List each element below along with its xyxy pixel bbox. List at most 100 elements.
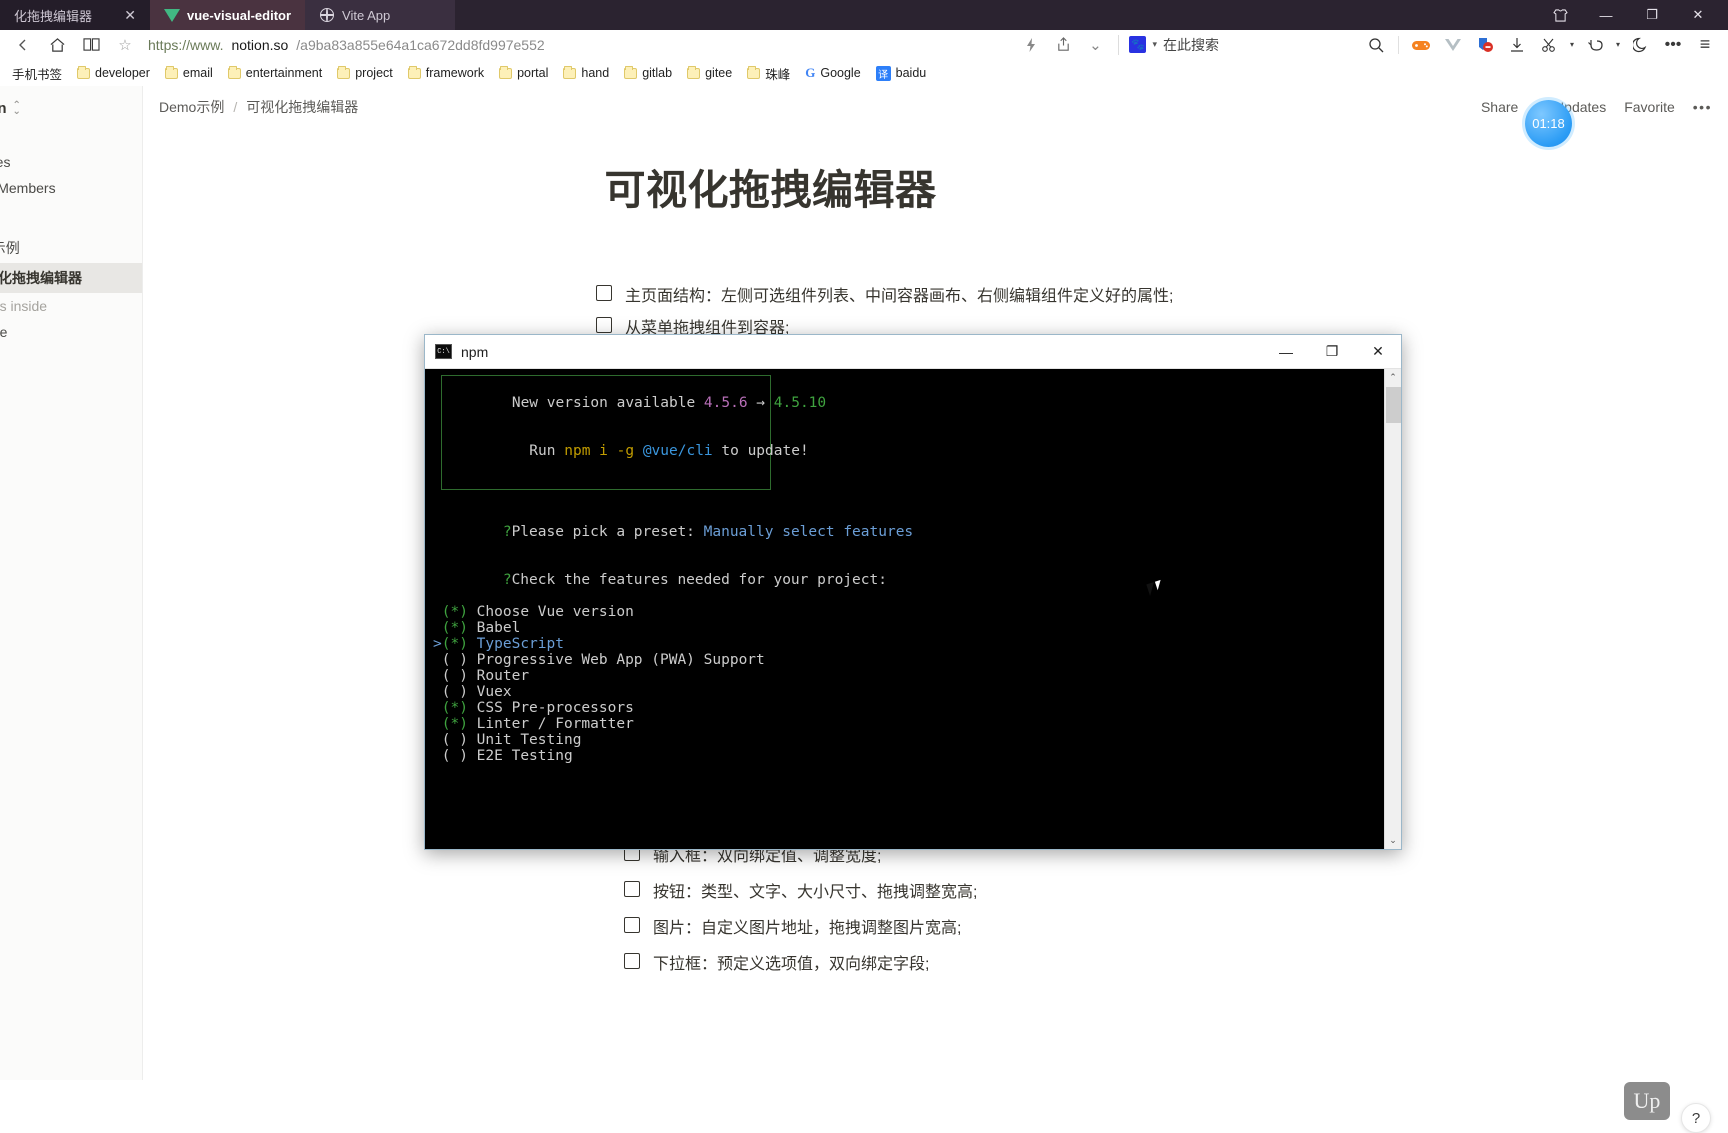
todo-item[interactable]: 主页面结构：左侧可选组件列表、中间容器画布、右侧编辑组件定义好的属性;	[596, 282, 1728, 314]
tab-title: 化拖拽编辑器	[14, 6, 92, 25]
scroll-up-arrow-icon[interactable]: ⌃	[1385, 369, 1402, 386]
more-options-icon[interactable]: •••	[1658, 32, 1688, 58]
home-icon[interactable]	[42, 32, 72, 58]
feature-option-6[interactable]: (*) CSS Pre-processors	[433, 700, 1401, 716]
sidebar-item-4[interactable]: 视化拖拽编辑器	[0, 263, 142, 293]
workspace-switcher[interactable]: ion ⌃⌄	[0, 94, 142, 123]
cursor-gutter	[433, 732, 442, 748]
sidebar-item-1[interactable]: ates	[0, 149, 142, 175]
todo-item[interactable]: 下拉框：预定义选项值，双向绑定字段;	[624, 950, 1728, 982]
scroll-down-arrow-icon[interactable]: ⌄	[1385, 832, 1402, 849]
todo-item[interactable]: 图片：自定义图片地址，拖拽调整图片宽高;	[624, 914, 1728, 946]
page-more-icon[interactable]: •••	[1693, 99, 1712, 115]
todo-item[interactable]: 按钮：类型、文字、大小尺寸、拖拽调整宽高;	[624, 878, 1728, 910]
maximize-button[interactable]: ❐	[1630, 0, 1674, 30]
terminal-scrollbar[interactable]: ⌃ ⌄	[1384, 369, 1401, 849]
feature-option-9[interactable]: ( ) E2E Testing	[433, 748, 1401, 764]
feature-label: Unit Testing	[468, 732, 582, 748]
bookmark-item[interactable]: framework	[402, 64, 490, 82]
terminal-close-button[interactable]: ✕	[1355, 335, 1401, 369]
feature-option-7[interactable]: (*) Linter / Formatter	[433, 716, 1401, 732]
checkbox[interactable]	[596, 285, 612, 301]
game-controller-icon[interactable]	[1406, 32, 1436, 58]
feature-option-3[interactable]: ( ) Progressive Web App (PWA) Support	[433, 652, 1401, 668]
shield-extension-icon[interactable]	[1470, 32, 1500, 58]
feature-option-0[interactable]: (*) Choose Vue version	[433, 604, 1401, 620]
feature-option-5[interactable]: ( ) Vuex	[433, 684, 1401, 700]
checkbox[interactable]	[624, 881, 640, 897]
sidebar-item-0[interactable]: nd	[0, 123, 142, 149]
feature-option-4[interactable]: ( ) Router	[433, 668, 1401, 684]
help-button[interactable]: ?	[1681, 1103, 1711, 1133]
bookmark-item[interactable]: entertainment	[222, 64, 328, 82]
hamburger-menu-icon[interactable]: ≡	[1690, 32, 1720, 58]
sidebar-item-label: age	[0, 324, 7, 340]
close-icon[interactable]: ✕	[124, 8, 136, 22]
back-icon[interactable]	[8, 32, 38, 58]
vue-extension-icon[interactable]	[1438, 32, 1468, 58]
dark-mode-moon-icon[interactable]	[1626, 32, 1656, 58]
browser-tab-0[interactable]: 化拖拽编辑器 ✕	[0, 0, 150, 30]
close-button[interactable]: ✕	[1676, 0, 1720, 30]
breadcrumb-current[interactable]: 可视化拖拽编辑器	[246, 97, 358, 117]
checkbox[interactable]	[624, 953, 640, 969]
bookmarks-bar: 手机书签 developer email entertainment proje…	[0, 60, 1728, 86]
bookmark-item[interactable]: project	[331, 64, 399, 82]
scissors-icon[interactable]	[1534, 32, 1564, 58]
bookmark-item[interactable]: gitlab	[618, 64, 678, 82]
share-button[interactable]: Share	[1481, 99, 1518, 115]
address-bar[interactable]: https://www.notion.so/a9ba83a855e64a1ca6…	[144, 32, 1012, 58]
bookmark-item[interactable]: 手机书签	[6, 62, 68, 85]
terminal-maximize-button[interactable]: ❐	[1309, 335, 1355, 369]
bookmark-item[interactable]: 珠峰	[741, 62, 796, 85]
feature-option-2[interactable]: >(*) TypeScript	[433, 636, 1401, 652]
search-icon[interactable]	[1361, 32, 1391, 58]
notice-new-version: 4.5.10	[774, 395, 826, 411]
screen-recording-timer[interactable]: 01:18	[1525, 100, 1572, 147]
browser-tab-2[interactable]: Vite App	[305, 0, 455, 30]
baidu-paw-icon: 🐾	[1129, 36, 1146, 53]
reader-icon[interactable]	[76, 32, 106, 58]
bookmark-item[interactable]: 译baidu	[870, 64, 933, 83]
terminal-minimize-button[interactable]: —	[1263, 335, 1309, 369]
search-engine-caret[interactable]: ▾	[1152, 39, 1157, 50]
page-title[interactable]: 可视化拖拽编辑器	[143, 156, 1728, 216]
bookmark-item[interactable]: gitee	[681, 64, 738, 82]
bookmark-item[interactable]: hand	[557, 64, 615, 82]
feature-option-1[interactable]: (*) Babel	[433, 620, 1401, 636]
scrollbar-thumb[interactable]	[1386, 387, 1401, 423]
chevron-down-icon[interactable]: ⌄	[1080, 32, 1110, 58]
sidebar-item-5[interactable]: ges inside	[0, 293, 142, 319]
checkbox[interactable]	[596, 317, 612, 333]
scissors-caret-icon[interactable]: ▾	[1566, 32, 1578, 58]
undo-caret-icon[interactable]: ▾	[1612, 32, 1624, 58]
breadcrumb-parent[interactable]: Demo示例	[159, 97, 224, 117]
scroll-to-top-button[interactable]: Up	[1624, 1082, 1670, 1120]
download-icon[interactable]	[1502, 32, 1532, 58]
favorite-button[interactable]: Favorite	[1624, 99, 1675, 115]
feature-option-8[interactable]: ( ) Unit Testing	[433, 732, 1401, 748]
notice-post: to update!	[713, 443, 809, 459]
terminal-output[interactable]: New version available 4.5.6 → 4.5.10 Run…	[425, 369, 1401, 849]
bookmark-label: framework	[426, 66, 484, 80]
lightning-icon[interactable]	[1016, 32, 1046, 58]
sidebar-item-7[interactable]: es	[0, 361, 142, 387]
sidebar-item-2[interactable]: & Members	[0, 175, 142, 201]
bookmark-item[interactable]: GGoogle	[799, 63, 866, 83]
bookmark-item[interactable]: portal	[493, 64, 554, 82]
globe-icon	[319, 7, 335, 23]
checkbox[interactable]	[624, 917, 640, 933]
search-engine-selector[interactable]: 🐾 ▾ 在此搜索	[1118, 35, 1219, 55]
terminal-titlebar[interactable]: C:\ npm — ❐ ✕	[425, 335, 1401, 369]
sidebar-item-6[interactable]: age	[0, 319, 142, 345]
share-icon[interactable]	[1048, 32, 1078, 58]
sidebar-item-3[interactable]: o示例	[0, 233, 142, 263]
shirt-icon[interactable]	[1538, 0, 1582, 30]
npm-terminal-window[interactable]: C:\ npm — ❐ ✕ New version available 4.5.…	[424, 334, 1402, 850]
browser-tab-1[interactable]: vue-visual-editor	[150, 0, 305, 30]
bookmark-star-icon[interactable]: ☆	[110, 32, 140, 58]
minimize-button[interactable]: —	[1584, 0, 1628, 30]
bookmark-item[interactable]: developer	[71, 64, 156, 82]
bookmark-item[interactable]: email	[159, 64, 219, 82]
undo-icon[interactable]	[1580, 32, 1610, 58]
